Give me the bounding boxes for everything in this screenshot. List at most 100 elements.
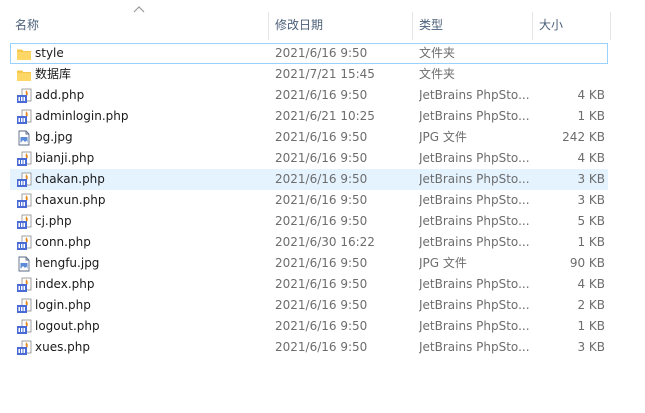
file-type: JPG 文件 xyxy=(419,256,467,270)
file-modified-date: 2021/6/16 9:50 xyxy=(275,340,368,354)
column-divider[interactable] xyxy=(268,12,269,40)
file-type: JetBrains PhpSto... xyxy=(419,277,530,291)
column-header-type[interactable]: 类型 xyxy=(414,16,532,34)
php-file-icon xyxy=(16,319,32,335)
file-modified-date: 2021/7/21 15:45 xyxy=(275,67,375,81)
file-modified-date: 2021/6/16 9:50 xyxy=(275,319,368,333)
file-row[interactable]: cj.php 2021/6/16 9:50 JetBrains PhpSto... 5… xyxy=(10,211,608,232)
file-size: 1 KB xyxy=(577,319,605,333)
file-type: JetBrains PhpSto... xyxy=(419,298,530,312)
file-row[interactable]: chakan.php 2021/6/16 9:50 JetBrains PhpSto… xyxy=(10,169,608,190)
image-file-icon xyxy=(16,256,32,272)
file-row[interactable]: bg.jpg 2021/6/16 9:50 JPG 文件 242 KB xyxy=(10,127,608,148)
file-name: chaxun.php xyxy=(35,193,106,207)
file-modified-date: 2021/6/16 9:50 xyxy=(275,277,368,291)
column-header-size[interactable]: 大小 xyxy=(534,16,610,34)
file-row[interactable]: xues.php 2021/6/16 9:50 JetBrains PhpSto..… xyxy=(10,337,608,358)
file-size xyxy=(531,44,605,63)
file-name: hengfu.jpg xyxy=(35,256,100,270)
file-name: chakan.php xyxy=(35,172,105,186)
image-file-icon xyxy=(16,130,32,146)
file-row[interactable]: add.php 2021/6/16 9:50 JetBrains PhpSto...… xyxy=(10,85,608,106)
file-size: 1 KB xyxy=(577,109,605,123)
file-size: 3 KB xyxy=(577,172,605,186)
file-row[interactable]: adminlogin.php 2021/6/21 10:25 JetBrains P… xyxy=(10,106,608,127)
file-modified-date: 2021/6/16 9:50 xyxy=(275,151,368,165)
column-divider[interactable] xyxy=(412,12,413,40)
file-size: 5 KB xyxy=(577,214,605,228)
file-type: JetBrains PhpSto... xyxy=(419,319,530,333)
file-type: 文件夹 xyxy=(419,67,456,81)
file-type: JetBrains PhpSto... xyxy=(419,235,530,249)
file-row[interactable]: 数据库 2021/7/21 15:45 文件夹 xyxy=(10,64,608,85)
file-type: JetBrains PhpSto... xyxy=(419,151,530,165)
file-name: logout.php xyxy=(35,319,100,333)
column-header-date[interactable]: 修改日期 xyxy=(270,16,412,34)
file-name: login.php xyxy=(35,298,91,312)
file-modified-date: 2021/6/30 16:22 xyxy=(275,235,375,249)
php-file-icon xyxy=(16,109,32,125)
file-name: index.php xyxy=(35,277,95,291)
folder-icon xyxy=(16,46,32,62)
file-type: JetBrains PhpSto... xyxy=(419,109,530,123)
file-name: cj.php xyxy=(35,214,72,228)
file-type: 文件夹 xyxy=(419,46,456,60)
file-modified-date: 2021/6/16 9:50 xyxy=(275,88,368,102)
file-name: bg.jpg xyxy=(35,130,73,144)
file-size: 1 KB xyxy=(577,235,605,249)
file-size xyxy=(531,65,605,84)
file-name: conn.php xyxy=(35,235,91,249)
file-row[interactable]: hengfu.jpg 2021/6/16 9:50 JPG 文件 90 KB xyxy=(10,253,608,274)
file-name: 数据库 xyxy=(35,67,72,81)
folder-icon xyxy=(16,67,32,83)
file-row[interactable]: chaxun.php 2021/6/16 9:50 JetBrains PhpSto… xyxy=(10,190,608,211)
file-type: JPG 文件 xyxy=(419,130,467,144)
sort-ascending-icon[interactable] xyxy=(132,4,146,14)
file-modified-date: 2021/6/16 9:50 xyxy=(275,172,368,186)
php-file-icon xyxy=(16,193,32,209)
file-size: 4 KB xyxy=(577,277,605,291)
file-modified-date: 2021/6/21 10:25 xyxy=(275,109,375,123)
file-name: style xyxy=(35,46,64,60)
file-row[interactable]: style 2021/6/16 9:50 文件夹 xyxy=(10,43,608,64)
file-name: adminlogin.php xyxy=(35,109,129,123)
php-file-icon xyxy=(16,235,32,251)
php-file-icon xyxy=(16,214,32,230)
file-type: JetBrains PhpSto... xyxy=(419,88,530,102)
file-size: 3 KB xyxy=(577,193,605,207)
file-row[interactable]: bianji.php 2021/6/16 9:50 JetBrains PhpSto… xyxy=(10,148,608,169)
file-size: 4 KB xyxy=(577,88,605,102)
file-size: 2 KB xyxy=(577,298,605,312)
php-file-icon xyxy=(16,340,32,356)
php-file-icon xyxy=(16,151,32,167)
column-header-bar: 名称 修改日期 类型 大小 xyxy=(0,0,645,40)
file-type: JetBrains PhpSto... xyxy=(419,214,530,228)
file-type: JetBrains PhpSto... xyxy=(419,340,530,354)
file-modified-date: 2021/6/16 9:50 xyxy=(275,130,368,144)
file-name: xues.php xyxy=(35,340,90,354)
file-modified-date: 2021/6/16 9:50 xyxy=(275,214,368,228)
file-row[interactable]: logout.php 2021/6/16 9:50 JetBrains PhpSto… xyxy=(10,316,608,337)
file-size: 242 KB xyxy=(562,130,605,144)
file-size: 4 KB xyxy=(577,151,605,165)
file-type: JetBrains PhpSto... xyxy=(419,172,530,186)
file-size: 3 KB xyxy=(577,340,605,354)
php-file-icon xyxy=(16,277,32,293)
file-modified-date: 2021/6/16 9:50 xyxy=(275,256,368,270)
file-modified-date: 2021/6/16 9:50 xyxy=(275,193,368,207)
file-size: 90 KB xyxy=(569,256,605,270)
file-modified-date: 2021/6/16 9:50 xyxy=(275,298,368,312)
column-divider[interactable] xyxy=(532,12,533,40)
php-file-icon xyxy=(16,88,32,104)
php-file-icon xyxy=(16,172,32,188)
column-divider[interactable] xyxy=(610,12,611,40)
file-name: bianji.php xyxy=(35,151,95,165)
file-row[interactable]: index.php 2021/6/16 9:50 JetBrains PhpSto.… xyxy=(10,274,608,295)
file-row[interactable]: conn.php 2021/6/30 16:22 JetBrains PhpSto.… xyxy=(10,232,608,253)
column-header-name[interactable]: 名称 xyxy=(10,16,268,34)
file-row[interactable]: login.php 2021/6/16 9:50 JetBrains PhpSto.… xyxy=(10,295,608,316)
file-name: add.php xyxy=(35,88,85,102)
file-modified-date: 2021/6/16 9:50 xyxy=(275,46,368,60)
php-file-icon xyxy=(16,298,32,314)
file-type: JetBrains PhpSto... xyxy=(419,193,530,207)
